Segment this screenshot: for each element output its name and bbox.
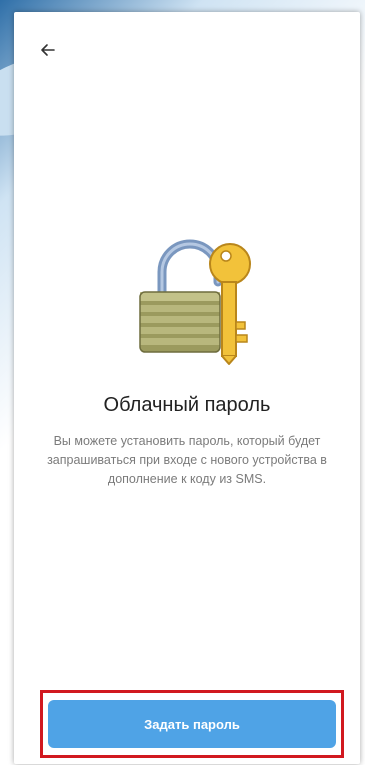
set-password-button[interactable]: Задать пароль <box>48 700 336 748</box>
arrow-left-icon <box>41 44 55 56</box>
page-title: Облачный пароль <box>103 394 271 416</box>
screen: Облачный пароль Вы можете установить пар… <box>14 12 360 764</box>
back-button[interactable] <box>34 36 62 64</box>
padlock-key-icon <box>139 239 251 365</box>
description-text: Вы можете установить пароль, который буд… <box>47 434 327 486</box>
